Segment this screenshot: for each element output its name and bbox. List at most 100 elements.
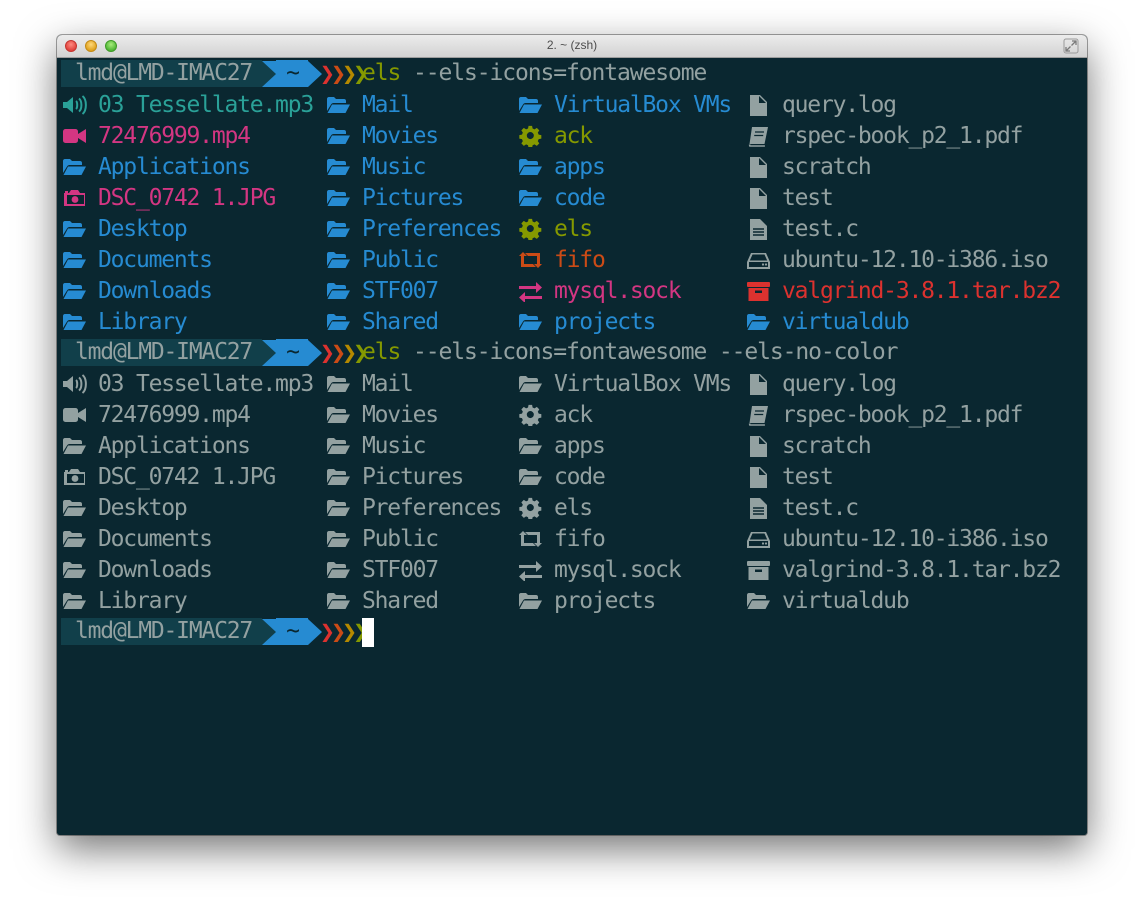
file-entry: 72476999.mp4 [61, 399, 251, 430]
file-entry: Documents [61, 523, 213, 554]
book-icon [745, 404, 772, 426]
file-entry: valgrind-3.8.1.tar.bz2 [745, 554, 1061, 585]
file-name: query.log [782, 91, 897, 118]
file-icon [745, 94, 772, 116]
file-entry: Applications [61, 151, 251, 182]
file-name: fifo [554, 525, 606, 552]
prompt-chevrons-icon: ❯❯❯❯ [319, 338, 368, 367]
folder-open-icon [517, 187, 544, 209]
file-icon [745, 187, 772, 209]
file-entry: test [745, 461, 834, 492]
file-name: Downloads [98, 556, 213, 583]
file-entry: mysql.sock [517, 275, 682, 306]
file-entry: Public [325, 244, 439, 275]
file-entry: rspec-book_p2_1.pdf [745, 399, 1023, 430]
file-name: scratch [782, 153, 872, 180]
file-entry: code [517, 182, 606, 213]
folder-open-icon [325, 125, 352, 147]
folder-open-icon [325, 528, 352, 550]
folder-open-icon [61, 249, 88, 271]
file-name: ack [554, 401, 593, 428]
prompt-line: lmd@LMD-IMAC27 ~ ❯❯❯❯ [57, 616, 1087, 647]
file-name: DSC_0742 1.JPG [98, 463, 276, 490]
file-entry: projects [517, 306, 656, 337]
file-entry: ubuntu-12.10-i386.iso [745, 244, 1049, 275]
fullscreen-icon[interactable] [1063, 38, 1079, 54]
file-name: Pictures [362, 463, 464, 490]
file-entry: 03 Tessellate.mp3 [61, 89, 314, 120]
video-camera-icon [61, 125, 88, 147]
file-name: Library [98, 587, 188, 614]
folder-open-icon [325, 249, 352, 271]
folder-open-icon [61, 497, 88, 519]
file-entry: query.log [745, 368, 897, 399]
prompt-user-host: lmd@LMD-IMAC27 [61, 618, 263, 645]
file-text-icon [745, 497, 772, 519]
file-entry: test.c [745, 492, 859, 523]
file-entry: fifo [517, 523, 606, 554]
folder-open-icon [325, 559, 352, 581]
prompt-directory: ~ [276, 339, 308, 366]
folder-open-icon [61, 280, 88, 302]
file-entry: query.log [745, 89, 897, 120]
file-name: test.c [782, 494, 859, 521]
file-name: query.log [782, 370, 897, 397]
file-name: Shared [362, 587, 439, 614]
file-name: Movies [362, 122, 439, 149]
file-entry: apps [517, 430, 606, 461]
file-name: rspec-book_p2_1.pdf [782, 122, 1023, 149]
retweet-icon [517, 528, 544, 550]
file-entry: Public [325, 523, 439, 554]
powerline-separator-icon [262, 60, 277, 87]
file-name: els [554, 494, 593, 521]
file-entry: Preferences [325, 213, 502, 244]
file-entry: Library [61, 585, 188, 616]
file-entry: scratch [745, 430, 872, 461]
file-name: Mail [362, 91, 414, 118]
file-name: scratch [782, 432, 872, 459]
file-name: fifo [554, 246, 606, 273]
hdd-icon [745, 249, 772, 271]
window-title: 2. ~ (zsh) [546, 38, 598, 52]
archive-icon [745, 559, 772, 581]
folder-open-icon [517, 373, 544, 395]
prompt-directory: ~ [276, 618, 308, 645]
terminal-content[interactable]: lmd@LMD-IMAC27 ~ ❯❯❯❯ els --els-icons=fonta… [57, 58, 1087, 835]
file-entry: virtualdub [745, 306, 910, 337]
file-icon [745, 373, 772, 395]
command-name: els [362, 60, 401, 86]
folder-open-icon [325, 466, 352, 488]
file-name: Preferences [362, 494, 502, 521]
folder-open-icon [325, 156, 352, 178]
file-name: STF007 [362, 277, 439, 304]
powerline-separator-icon [262, 339, 277, 366]
file-entry: Pictures [325, 461, 464, 492]
command-args: --els-icons=fontawesome [413, 60, 707, 86]
gear-icon [517, 218, 544, 240]
file-name: code [554, 463, 606, 490]
folder-open-icon [517, 311, 544, 333]
hdd-icon [745, 528, 772, 550]
file-name: test.c [782, 215, 859, 242]
file-name: apps [554, 432, 606, 459]
file-name: virtualdub [782, 308, 910, 335]
powerline-prompt: lmd@LMD-IMAC27 ~ ❯❯❯❯ [61, 60, 368, 87]
folder-open-icon [325, 373, 352, 395]
video-camera-icon [61, 404, 88, 426]
file-icon [745, 435, 772, 457]
file-entry: Shared [325, 585, 439, 616]
file-name: Desktop [98, 494, 188, 521]
file-entry: VirtualBox VMs [517, 368, 732, 399]
command-text: els --els-icons=fontawesome [362, 58, 707, 89]
file-name: els [554, 215, 593, 242]
file-entry: test [745, 182, 834, 213]
gear-icon [517, 497, 544, 519]
file-entry: projects [517, 585, 656, 616]
command-name: els [362, 339, 401, 365]
gear-icon [517, 404, 544, 426]
file-entry: Pictures [325, 182, 464, 213]
file-name: 03 Tessellate.mp3 [98, 370, 314, 397]
exchange-icon [517, 559, 544, 581]
file-name: Applications [98, 153, 251, 180]
retweet-icon [517, 249, 544, 271]
